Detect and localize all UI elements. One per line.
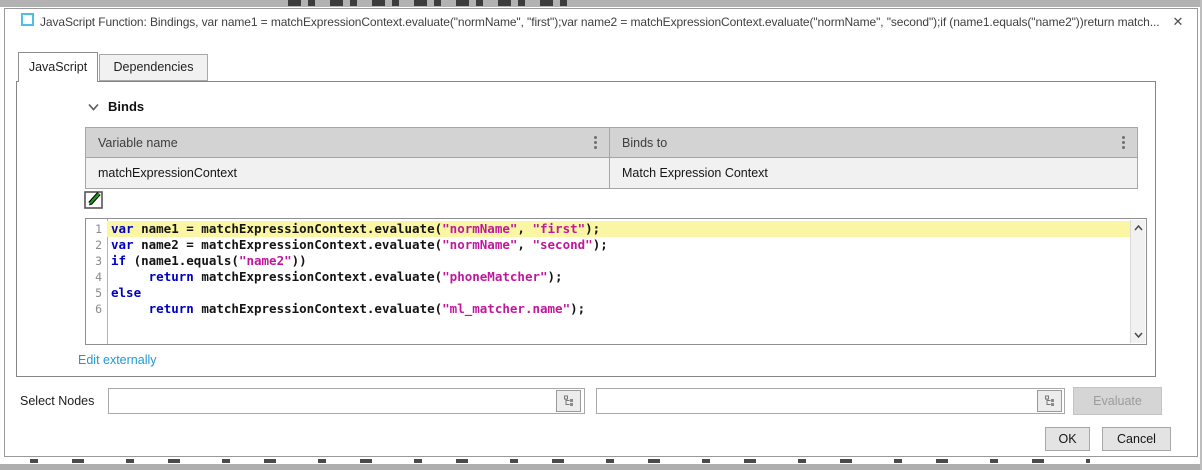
code-lines: 1var name1 = matchExpressionContext.eval… [86,219,1130,344]
cell-binds-to: Match Expression Context [610,158,1137,188]
clipped-background-text-bottom [30,459,1090,463]
chevron-down-icon [88,103,99,111]
close-icon[interactable]: ✕ [1166,11,1190,33]
tab-dependencies-label: Dependencies [114,60,194,74]
code-line-text: var name1 = matchExpressionContext.evalu… [107,221,1130,237]
table-row[interactable]: matchExpressionContext Match Expression … [86,158,1137,188]
edit-binding-button[interactable] [84,191,104,210]
code-line: 5else [86,285,1130,301]
background-window-bottom-edge [0,464,1202,470]
evaluate-button[interactable]: Evaluate [1073,387,1162,415]
column-menu-icon[interactable] [1118,132,1129,153]
node-picker-button-1[interactable] [556,390,581,412]
node-picker-button-2[interactable] [1037,390,1062,412]
column-menu-icon[interactable] [590,132,601,153]
select-nodes-input-1[interactable] [108,388,585,414]
ok-button[interactable]: OK [1045,427,1090,451]
binds-table: Variable name Binds to matchExpressionCo… [85,127,1138,189]
line-number: 2 [86,237,107,253]
select-nodes-input-2[interactable] [596,388,1065,414]
background-window-top-edge [0,0,1202,7]
select-nodes-label: Select Nodes [20,394,94,408]
checkbox-icon [21,13,34,26]
clipped-background-text [288,0,580,6]
script-editor[interactable]: 1var name1 = matchExpressionContext.eval… [85,218,1147,345]
editor-scrollbar[interactable] [1130,220,1145,343]
tab-javascript[interactable]: JavaScript [18,52,98,82]
scroll-up-icon[interactable] [1131,221,1145,235]
screen: JavaScript Function: Bindings, var name1… [0,0,1202,470]
code-line-text: return matchExpressionContext.evaluate("… [107,301,1130,317]
line-number: 6 [86,301,107,317]
line-number: 1 [86,221,107,237]
line-number: 5 [86,285,107,301]
code-line-text: else [107,285,1130,301]
code-line: 6 return matchExpressionContext.evaluate… [86,301,1130,317]
tree-icon [1044,395,1056,407]
code-line: 3if (name1.equals("name2")) [86,253,1130,269]
line-number: 4 [86,269,107,285]
tab-dependencies[interactable]: Dependencies [99,54,208,81]
column-header-binds-to[interactable]: Binds to [610,128,1137,157]
code-line: 4 return matchExpressionContext.evaluate… [86,269,1130,285]
code-line-text: var name2 = matchExpressionContext.evalu… [107,237,1130,253]
code-line: 2var name2 = matchExpressionContext.eval… [86,237,1130,253]
code-line: 1var name1 = matchExpressionContext.eval… [86,221,1130,237]
binds-section-title: Binds [108,99,144,114]
cell-variable-name: matchExpressionContext [86,158,610,188]
binds-table-header-row: Variable name Binds to [86,128,1137,158]
tab-javascript-label: JavaScript [29,60,87,74]
cancel-button[interactable]: Cancel [1102,427,1171,451]
pencil-icon [84,191,104,210]
binds-section-header[interactable]: Binds [88,99,144,114]
dialog-title: JavaScript Function: Bindings, var name1… [40,13,1162,31]
code-line-text: if (name1.equals("name2")) [107,253,1130,269]
edit-externally-link[interactable]: Edit externally [78,353,157,367]
code-line-text: return matchExpressionContext.evaluate("… [107,269,1130,285]
scroll-down-icon[interactable] [1131,328,1145,342]
line-number: 3 [86,253,107,269]
tree-icon [563,395,575,407]
column-header-variable-name[interactable]: Variable name [86,128,610,157]
